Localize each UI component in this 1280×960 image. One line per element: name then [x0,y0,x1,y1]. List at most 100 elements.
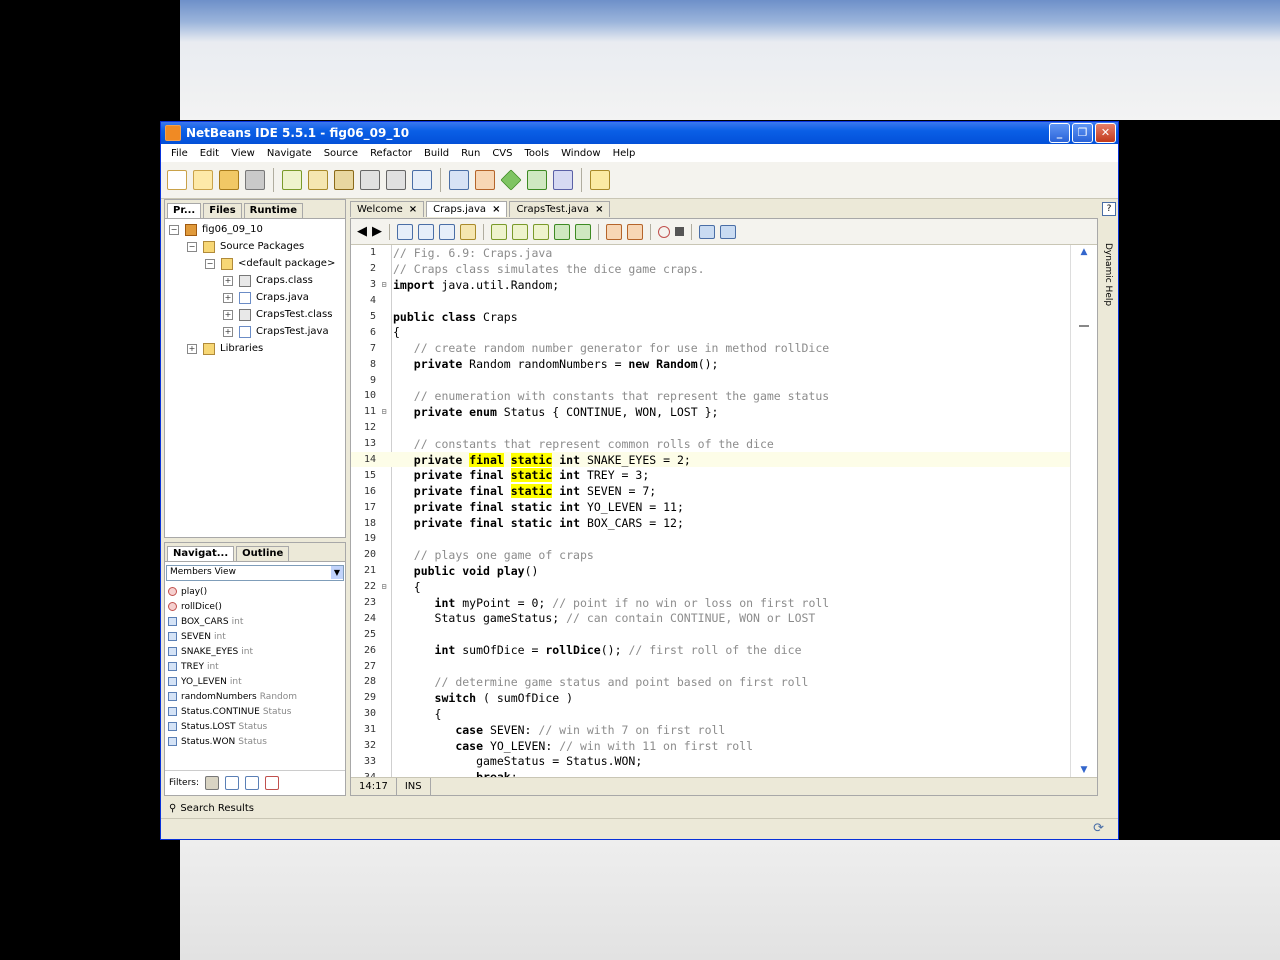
menu-source[interactable]: Source [318,148,364,159]
code-line[interactable]: 6{ [351,324,1071,340]
tab-runtime[interactable]: Runtime [243,203,304,218]
run-icon[interactable] [500,169,522,191]
menu-refactor[interactable]: Refactor [364,148,418,159]
tree-item[interactable]: − Source Packages [165,238,345,255]
code-area[interactable]: 1// Fig. 6.9: Craps.java 2// Craps class… [351,245,1071,777]
filter-inherited-icon[interactable] [265,776,280,790]
tree-item[interactable]: + Craps.class [165,272,345,289]
cut-icon[interactable] [282,170,302,190]
find-selection-icon[interactable] [397,223,413,240]
expand-toggle-icon[interactable]: + [187,343,197,354]
new-file-icon[interactable] [167,170,187,190]
editor-scrollbar[interactable]: ▲ ▼ [1070,245,1097,777]
profile-icon[interactable] [553,170,573,190]
code-line[interactable]: 25 [351,626,1071,642]
next-bookmark-icon[interactable] [512,223,528,240]
code-line[interactable]: 4 [351,293,1071,309]
tree-item[interactable]: − <default package> [165,255,345,272]
close-icon[interactable]: × [409,202,417,217]
code-line[interactable]: 18 private final static int BOX_CARS = 1… [351,515,1071,531]
refresh-icon[interactable]: ⟳ [1093,821,1104,836]
undo-icon[interactable] [360,170,380,190]
shift-left-icon[interactable] [554,223,570,240]
code-line[interactable]: 23 int myPoint = 0; // point if no win o… [351,595,1071,611]
help-icon[interactable] [590,170,610,190]
filter-static-icon[interactable] [225,776,240,790]
expand-toggle-icon[interactable]: − [169,224,179,235]
title-bar[interactable]: NetBeans IDE 5.5.1 - fig06_09_10 _ ❐ ✕ [161,122,1118,144]
menu-run[interactable]: Run [455,148,486,159]
member-item[interactable]: BOX_CARS int [165,614,345,629]
member-item[interactable]: play() [165,584,345,599]
member-item[interactable]: Status.LOST Status [165,719,345,734]
code-line[interactable]: 8 private Random randomNumbers = new Ran… [351,356,1071,372]
record-icon[interactable] [658,225,670,238]
find-icon[interactable] [412,170,432,190]
tab-navigator[interactable]: Navigat... [167,546,235,561]
code-line[interactable]: 16 private final static int SEVEN = 7; [351,483,1071,499]
menu-help[interactable]: Help [607,148,642,159]
tab-outline[interactable]: Outline [236,546,290,561]
expand-toggle-icon[interactable]: + [223,309,233,320]
menu-edit[interactable]: Edit [194,148,225,159]
code-line[interactable]: 13 // constants that represent common ro… [351,436,1071,452]
code-line[interactable]: 34 break; [351,769,1071,777]
save-all-icon[interactable] [245,170,265,190]
new-project-icon[interactable] [193,170,213,190]
scroll-down-icon[interactable]: ▼ [1079,765,1089,775]
expand-toggle-icon[interactable]: + [223,326,233,337]
clean-build-icon[interactable] [475,170,495,190]
code-line[interactable]: 27 [351,658,1071,674]
filter-nonpublic-icon[interactable] [245,776,260,790]
stop-icon[interactable] [675,227,684,236]
expand-toggle-icon[interactable]: + [223,275,233,286]
toggle-bookmark-icon[interactable] [533,223,549,240]
scroll-up-icon[interactable]: ▲ [1079,247,1089,257]
tree-item[interactable]: + CrapsTest.class [165,306,345,323]
code-line[interactable]: 33 gameStatus = Status.WON; [351,754,1071,770]
code-lines[interactable]: 1// Fig. 6.9: Craps.java 2// Craps class… [351,245,1071,777]
filter-fields-icon[interactable] [205,776,220,790]
redo-icon[interactable] [386,170,406,190]
member-item[interactable]: YO_LEVEN int [165,674,345,689]
code-line[interactable]: 10 // enumeration with constants that re… [351,388,1071,404]
code-line[interactable]: 9 [351,372,1071,388]
members-view-select[interactable]: Members View ▼ [166,565,344,581]
close-icon[interactable]: × [492,202,500,217]
start-macro-icon[interactable] [606,223,622,240]
debug-icon[interactable] [527,170,547,190]
tab-files[interactable]: Files [203,203,242,218]
code-line[interactable]: 2// Craps class simulates the dice game … [351,261,1071,277]
tree-item[interactable]: + Libraries [165,340,345,357]
close-icon[interactable]: × [595,202,603,217]
paste-icon[interactable] [334,170,354,190]
member-item[interactable]: TREY int [165,659,345,674]
code-line[interactable]: 29 switch ( sumOfDice ) [351,690,1071,706]
menu-window[interactable]: Window [555,148,606,159]
expand-toggle-icon[interactable]: − [205,258,215,269]
code-line[interactable]: 22 ⊟ { [351,579,1071,595]
code-line[interactable]: 20 // plays one game of craps [351,547,1071,563]
code-line[interactable]: 21 public void play() [351,563,1071,579]
open-project-icon[interactable] [219,170,239,190]
code-line[interactable]: 17 private final static int YO_LEVEN = 1… [351,499,1071,515]
member-item[interactable]: randomNumbers Random [165,689,345,704]
copy-icon[interactable] [308,170,328,190]
tab-projects[interactable]: Pr... [167,203,202,218]
uncomment-icon[interactable] [720,224,736,239]
tree-item[interactable]: + Craps.java [165,289,345,306]
find-previous-icon[interactable] [418,223,434,240]
code-line[interactable]: 11 ⊟ private enum Status { CONTINUE, WON,… [351,404,1071,420]
code-line[interactable]: 7 // create random number generator for … [351,340,1071,356]
search-results-tab[interactable]: Search Results [180,803,254,814]
stop-macro-icon[interactable] [627,223,643,240]
member-item[interactable]: SNAKE_EYES int [165,644,345,659]
member-item[interactable]: Status.WON Status [165,734,345,749]
tree-item[interactable]: − fig06_09_10 [165,221,345,238]
code-line[interactable]: 5 public class Craps [351,309,1071,325]
code-line[interactable]: 24 Status gameStatus; // can contain CON… [351,610,1071,626]
code-line[interactable]: 30 { [351,706,1071,722]
code-line[interactable]: 14 private final static int SNAKE_EYES =… [351,451,1071,468]
menu-navigate[interactable]: Navigate [261,148,318,159]
tab-welcome[interactable]: Welcome × [350,201,425,217]
